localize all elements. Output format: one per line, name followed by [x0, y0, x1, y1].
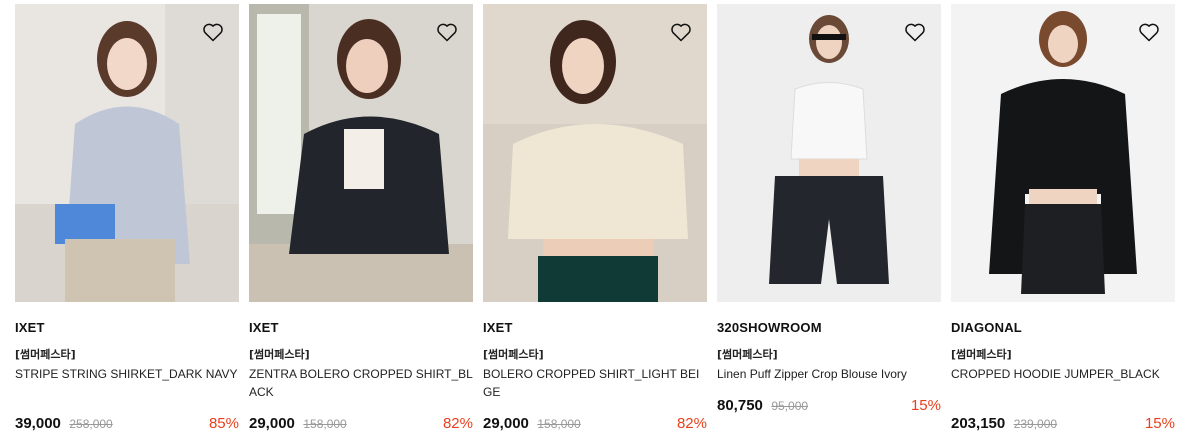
discount-rate: 82% — [676, 415, 707, 432]
product-name[interactable]: Linen Puff Zipper Crop Blouse Ivory — [717, 365, 941, 401]
product-card[interactable]: IXET [썸머페스타] ZENTRA BOLERO CROPPED SHIRT… — [249, 4, 473, 437]
discount-rate: 15% — [910, 397, 941, 414]
product-card[interactable]: IXET [썸머페스타] STRIPE STRING SHIRKET_DARK … — [15, 4, 239, 437]
sale-price: 29,000 — [483, 415, 529, 432]
sale-price: 29,000 — [249, 415, 295, 432]
sale-price: 39,000 — [15, 415, 61, 432]
original-price: 158,000 — [303, 417, 347, 431]
price-row: 80,750 95,000 15% — [717, 397, 941, 419]
original-price: 239,000 — [1013, 417, 1058, 431]
promo-tag: [썸머페스타] — [483, 348, 544, 361]
sale-price: 80,750 — [717, 397, 763, 414]
model-photo — [717, 4, 941, 302]
product-image[interactable] — [951, 4, 1175, 302]
discount-rate: 82% — [442, 415, 473, 432]
wishlist-heart-icon[interactable] — [669, 20, 693, 44]
product-image[interactable] — [15, 4, 239, 302]
wishlist-heart-icon[interactable] — [1137, 20, 1161, 44]
product-image[interactable] — [483, 4, 707, 302]
original-price: 258,000 — [69, 417, 113, 431]
product-name[interactable]: BOLERO CROPPED SHIRT_LIGHT BEIGE — [483, 365, 707, 401]
discount-rate: 85% — [208, 415, 239, 432]
model-photo — [15, 4, 239, 302]
wishlist-heart-icon[interactable] — [903, 20, 927, 44]
product-image[interactable] — [717, 4, 941, 302]
brand-name[interactable]: 320SHOWROOM — [717, 320, 941, 336]
product-grid: IXET [썸머페스타] STRIPE STRING SHIRKET_DARK … — [0, 0, 1198, 447]
product-card[interactable]: DIAGONAL [썸머페스타] CROPPED HOODIE JUMPER_B… — [951, 4, 1175, 437]
product-name[interactable]: ZENTRA BOLERO CROPPED SHIRT_BLACK — [249, 365, 473, 401]
sale-price: 203,150 — [951, 415, 1006, 432]
original-price: 158,000 — [537, 417, 581, 431]
model-photo — [483, 4, 707, 302]
wishlist-heart-icon[interactable] — [435, 20, 459, 44]
product-card[interactable]: 320SHOWROOM [썸머페스타] Linen Puff Zipper Cr… — [717, 4, 941, 419]
original-price: 95,000 — [771, 399, 809, 413]
price-row: 29,000 158,000 82% — [483, 415, 707, 437]
product-card[interactable]: IXET [썸머페스타] BOLERO CROPPED SHIRT_LIGHT … — [483, 4, 707, 437]
brand-name[interactable]: IXET — [249, 320, 473, 336]
promo-tag: [썸머페스타] — [15, 348, 76, 361]
model-photo — [249, 4, 473, 302]
product-image[interactable] — [249, 4, 473, 302]
brand-name[interactable]: IXET — [15, 320, 239, 336]
wishlist-heart-icon[interactable] — [201, 20, 225, 44]
model-photo — [951, 4, 1175, 302]
promo-tag: [썸머페스타] — [717, 348, 778, 361]
price-row: 203,150 239,000 15% — [951, 415, 1175, 437]
promo-tag: [썸머페스타] — [951, 348, 1012, 361]
brand-name[interactable]: DIAGONAL — [951, 320, 1175, 336]
product-name[interactable]: CROPPED HOODIE JUMPER_BLACK — [951, 365, 1175, 401]
brand-name[interactable]: IXET — [483, 320, 707, 336]
discount-rate: 15% — [1144, 415, 1175, 432]
price-row: 29,000 158,000 82% — [249, 415, 473, 437]
promo-tag: [썸머페스타] — [249, 348, 310, 361]
price-row: 39,000 258,000 85% — [15, 415, 239, 437]
product-name[interactable]: STRIPE STRING SHIRKET_DARK NAVY — [15, 365, 239, 401]
